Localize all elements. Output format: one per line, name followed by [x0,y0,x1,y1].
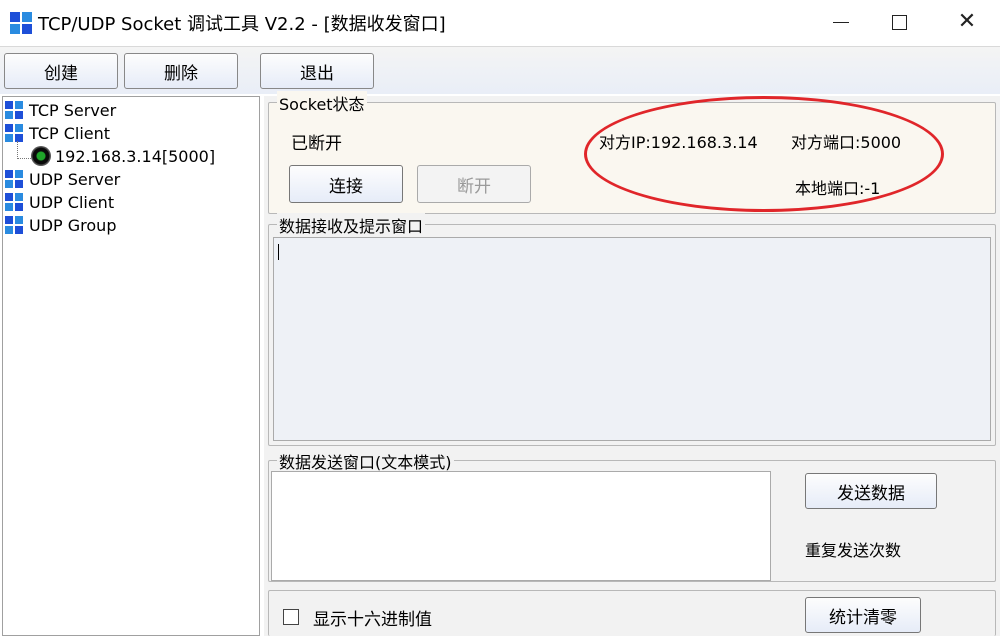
create-button[interactable]: 创建 [4,53,118,89]
maximize-icon [891,14,907,30]
receive-textarea[interactable] [273,237,991,441]
toolbar: 创建 删除 退出 [0,46,1000,94]
hex-checkbox-label: 显示十六进制值 [313,610,432,630]
text-caret [278,244,279,260]
receive-group: 数据接收及提示窗口 [268,213,996,446]
network-grid-icon [5,101,23,119]
close-button[interactable]: ✕ [934,0,1000,44]
network-grid-icon [5,216,23,234]
connection-status: 已断开 [291,134,342,154]
connection-label: 192.168.3.14[5000] [55,146,216,166]
disconnect-button[interactable]: 断开 [417,165,531,203]
connection-status-icon [31,146,51,166]
clear-stats-button[interactable]: 统计清零 [805,597,921,633]
minimize-button[interactable] [808,0,874,44]
tree-item-label: TCP Client [29,123,111,143]
hex-checkbox[interactable] [283,609,299,625]
tree-item-udp-group[interactable]: UDP Group [5,214,116,236]
app-icon [10,12,32,34]
tree-item-label: UDP Client [29,192,115,212]
send-textarea[interactable] [271,471,771,581]
group-title: 数据发送窗口(文本模式) [277,449,454,473]
close-icon: ✕ [957,9,977,34]
minimize-icon [833,21,849,23]
maximize-button[interactable] [866,0,932,44]
socket-tree: TCP Server TCP Client 192.168.3.14[5000]… [2,96,260,636]
peer-port: 对方端口:5000 [791,133,902,152]
tree-item-udp-server[interactable]: UDP Server [5,168,120,190]
socket-status-group: Socket状态 已断开 对方IP:192.168.3.14 对方端口:5000… [268,91,996,214]
tree-item-udp-client[interactable]: UDP Client [5,191,114,213]
network-grid-icon [5,124,23,142]
group-title: 数据接收及提示窗口 [277,213,426,237]
network-grid-icon [5,170,23,188]
title-bar: TCP/UDP Socket 调试工具 V2.2 - [数据收发窗口] ✕ [0,0,1000,46]
exit-button[interactable]: 退出 [260,53,374,89]
connect-button[interactable]: 连接 [289,165,403,203]
tree-item-label: UDP Server [29,169,121,189]
tree-item-label: UDP Group [29,215,117,235]
tree-item-label: TCP Server [29,100,117,120]
send-data-button[interactable]: 发送数据 [805,473,937,509]
options-group: 显示十六进制值 统计清零 [268,590,996,636]
network-grid-icon [5,193,23,211]
repeat-count-label: 重复发送次数 [805,541,902,560]
send-group: 数据发送窗口(文本模式) 发送数据 重复发送次数 [268,449,996,582]
window-title: TCP/UDP Socket 调试工具 V2.2 - [数据收发窗口] [38,14,446,35]
peer-ip: 对方IP:192.168.3.14 [599,133,758,152]
group-title: Socket状态 [277,91,367,115]
delete-button[interactable]: 删除 [124,53,238,89]
tree-item-client-connection[interactable]: 192.168.3.14[5000] [17,145,215,167]
tree-item-tcp-server[interactable]: TCP Server [5,99,116,121]
local-port: 本地端口:-1 [795,179,881,198]
